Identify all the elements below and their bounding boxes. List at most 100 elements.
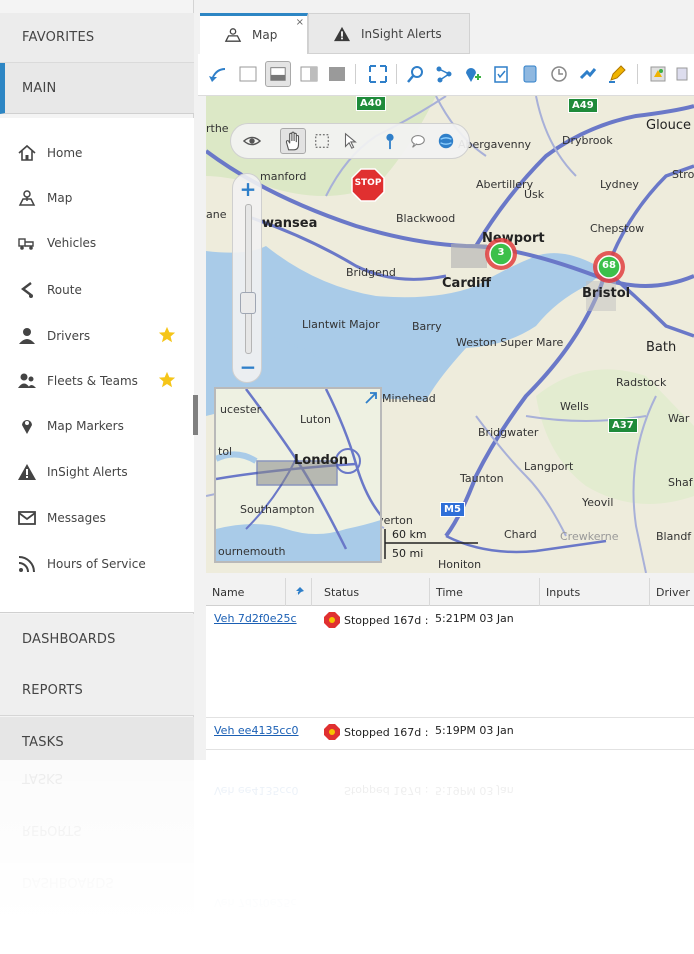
sidebar-item-vehicles[interactable]: Vehicles <box>0 221 194 265</box>
reflection-fade <box>0 760 694 954</box>
vehicle-link[interactable]: Veh 7d2f0e25c <box>214 612 297 625</box>
sidebar-item-drivers[interactable]: Drivers <box>0 314 194 358</box>
section-label: REPORTS <box>22 682 83 698</box>
sidebar-section-main[interactable]: MAIN <box>0 63 194 114</box>
place-label: Usk <box>524 188 545 201</box>
pin-icon <box>294 587 304 596</box>
column-header-time[interactable]: Time <box>430 578 540 606</box>
place-label: Bristol <box>582 286 631 301</box>
column-header-name[interactable]: Name <box>206 578 286 606</box>
status-text: Stopped 167d : <box>344 725 429 739</box>
alert-icon <box>334 26 350 41</box>
expand-minimap-icon[interactable] <box>364 391 378 405</box>
column-label: Driver <box>656 585 690 599</box>
sidebar-section-tasks[interactable]: TASKS <box>0 717 194 760</box>
home-icon <box>18 144 36 161</box>
toolbar-separator <box>396 64 397 84</box>
zoom-slider-track[interactable] <box>245 204 252 354</box>
add-marker-icon[interactable] <box>462 64 482 84</box>
sidebar-item-home[interactable]: Home <box>0 131 194 175</box>
layout-side-icon[interactable] <box>299 64 319 84</box>
vehicle-cluster-marker[interactable]: 3 <box>484 237 518 271</box>
status-cell: Stopped 167d : <box>324 612 428 628</box>
clipboard-icon[interactable] <box>491 64 511 84</box>
tab-map[interactable]: Map × <box>200 13 308 54</box>
edit-pencil-icon[interactable] <box>607 64 627 84</box>
search-icon[interactable] <box>406 64 426 84</box>
time-cell: 5:19PM 03 Jan <box>435 724 514 737</box>
tab-bar: Map × InSight Alerts <box>198 13 694 54</box>
map-settings-icon[interactable] <box>648 64 668 84</box>
place-label: rthe <box>206 122 229 135</box>
place-label: Drybrook <box>562 134 613 147</box>
clock-icon[interactable] <box>549 64 569 84</box>
star-icon[interactable] <box>158 371 176 389</box>
route-points-icon[interactable] <box>434 64 454 84</box>
layout-bottom-button[interactable] <box>265 61 291 87</box>
speech-bubble-icon[interactable] <box>409 132 427 150</box>
status-text: Stopped 167d : <box>344 613 429 627</box>
column-header-status[interactable]: Status <box>318 578 430 606</box>
star-icon[interactable] <box>158 326 176 344</box>
sidebar-section-dashboards[interactable]: DASHBOARDS <box>0 614 194 665</box>
column-label: Inputs <box>546 585 581 599</box>
sidebar-item-label: Vehicles <box>47 236 97 250</box>
route-icon <box>21 282 33 298</box>
place-label: Crewkerne <box>560 530 619 543</box>
minimap-label: Southampton <box>240 503 315 516</box>
sidebar-item-map[interactable]: Map <box>0 176 194 220</box>
sidebar-splitter-handle[interactable] <box>193 395 198 435</box>
place-label: ane <box>206 208 227 221</box>
back-arrow-icon[interactable] <box>208 64 228 84</box>
zoom-in-button[interactable]: + <box>239 179 257 199</box>
eye-icon[interactable] <box>243 132 261 150</box>
layout-full-icon[interactable] <box>238 64 258 84</box>
sidebar-item-hours-of-service[interactable]: Hours of Service <box>0 542 194 586</box>
pointer-icon[interactable] <box>341 132 359 150</box>
sidebar-item-map-markers[interactable]: Map Markers <box>0 404 194 448</box>
place-label: Llantwit Major <box>302 318 380 331</box>
sidebar-item-messages[interactable]: Messages <box>0 496 194 540</box>
tab-label: Map <box>252 28 278 42</box>
envelope-icon <box>18 511 36 525</box>
vehicle-cluster-marker[interactable]: 68 <box>592 250 626 284</box>
sidebar-item-fleets[interactable]: Fleets & Teams <box>0 359 194 403</box>
globe-icon[interactable] <box>437 132 455 150</box>
tab-insight-alerts[interactable]: InSight Alerts <box>308 13 470 54</box>
place-label: Chard <box>504 528 537 541</box>
column-header-driver[interactable]: Driver <box>650 578 694 606</box>
section-label: DASHBOARDS <box>22 632 116 647</box>
map-toolbar <box>198 54 694 96</box>
sidebar-item-route[interactable]: Route <box>0 268 194 312</box>
place-label: Bridgwater <box>478 426 539 439</box>
minimap-label: London <box>294 453 348 468</box>
pin-drop-icon[interactable] <box>381 132 399 150</box>
map-view[interactable]: A40 A49 A37 M5 rthe Abergavenny Drybrook… <box>206 96 694 573</box>
zoom-slider-handle[interactable] <box>240 292 256 314</box>
sidebar-section-favorites[interactable]: FAVORITES <box>0 13 194 63</box>
stop-marker[interactable]: STOP <box>351 168 385 202</box>
pin-column-button[interactable] <box>286 578 312 606</box>
layers-icon[interactable] <box>520 64 540 84</box>
sidebar-nav: Home Map Vehicles Route Drivers Fleets &… <box>0 118 194 613</box>
table-row[interactable]: Veh ee4135cc0 Stopped 167d : 5:19PM 03 J… <box>206 718 694 750</box>
sidebar-section-reports[interactable]: REPORTS <box>0 665 194 716</box>
box-select-icon[interactable] <box>313 132 331 150</box>
section-label: MAIN <box>22 80 57 96</box>
sidebar-item-insight-alerts[interactable]: InSight Alerts <box>0 450 194 494</box>
directions-icon[interactable] <box>578 64 598 84</box>
zoom-out-button[interactable]: − <box>239 357 257 377</box>
pan-tool-button[interactable] <box>280 128 306 154</box>
table-row[interactable]: Veh 7d2f0e25c Stopped 167d : 5:21PM 03 J… <box>206 606 694 718</box>
layout-grid-icon[interactable] <box>327 64 347 84</box>
overview-minimap[interactable]: ucester Luton tol London Southampton our… <box>214 387 382 563</box>
vehicles-icon <box>18 238 34 250</box>
vehicle-link[interactable]: Veh ee4135cc0 <box>214 724 299 737</box>
column-header-inputs[interactable]: Inputs <box>540 578 650 606</box>
pin-icon[interactable] <box>674 64 694 84</box>
tab-close-button[interactable]: × <box>296 17 304 28</box>
cluster-count: 68 <box>602 260 616 271</box>
sidebar-item-label: Home <box>47 146 83 160</box>
map-icon <box>18 190 36 206</box>
fit-bounds-icon[interactable] <box>368 64 388 84</box>
